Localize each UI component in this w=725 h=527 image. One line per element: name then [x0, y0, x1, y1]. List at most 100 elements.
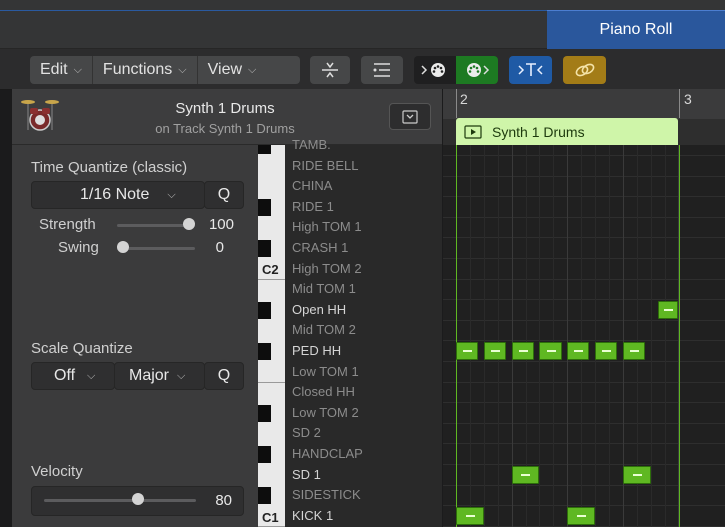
grid-row-line	[443, 381, 725, 383]
view-menu[interactable]: View ⌵	[198, 56, 267, 84]
c2-label: C2	[262, 262, 279, 277]
drum-name-row[interactable]: Open HH	[292, 300, 346, 320]
drum-name-row[interactable]: KICK 1	[292, 506, 333, 526]
drum-name-row[interactable]: CRASH 1	[292, 238, 348, 258]
drum-name-row[interactable]: RIDE 1	[292, 197, 334, 217]
midi-out-button[interactable]	[456, 56, 498, 84]
drum-name-row[interactable]: TAMB.	[292, 135, 331, 155]
time-quantize-q-button[interactable]: Q	[204, 181, 244, 209]
grid-beat-line	[595, 145, 596, 527]
drum-name-row[interactable]: PED HH	[292, 341, 341, 361]
midi-note[interactable]	[456, 342, 479, 360]
grid-beat-line	[497, 145, 499, 527]
black-key[interactable]	[258, 343, 271, 360]
midi-note[interactable]	[657, 300, 679, 319]
midi-note[interactable]	[483, 342, 507, 360]
black-key[interactable]	[258, 145, 271, 154]
midi-note[interactable]	[511, 465, 540, 484]
strength-slider-knob[interactable]	[183, 218, 195, 230]
velocity-value: 80	[215, 492, 232, 509]
scale-type-value: Major	[129, 367, 170, 384]
drum-name-row[interactable]: SIDESTICK	[292, 485, 361, 505]
link-icon	[575, 63, 594, 77]
grid-beat-line	[553, 145, 555, 527]
note-grid[interactable]	[443, 145, 725, 527]
track-menu-button[interactable]	[389, 103, 431, 130]
grid-beat-line	[469, 145, 471, 527]
black-key[interactable]	[258, 404, 271, 422]
scale-quantize-title: Scale Quantize	[31, 340, 133, 357]
chevron-down-icon: ⌵	[167, 188, 176, 201]
edit-menu[interactable]: Edit ⌵	[30, 56, 93, 84]
drum-name-row[interactable]: High TOM 2	[292, 259, 362, 279]
drum-name-row[interactable]: High TOM 1	[292, 217, 362, 237]
grid-beat-line	[483, 145, 485, 527]
drum-name-row[interactable]: Closed HH	[292, 382, 355, 402]
drum-name-row[interactable]: SD 1	[292, 465, 321, 485]
collapse-button[interactable]	[310, 56, 350, 84]
list-icon	[373, 63, 390, 77]
bar-ruler[interactable]	[443, 89, 725, 120]
midi-note[interactable]	[622, 342, 646, 360]
region-header[interactable]: Synth 1 Drums	[456, 118, 678, 145]
midi-note[interactable]	[567, 506, 595, 525]
drum-name-row[interactable]: HANDCLAP	[292, 444, 363, 464]
key-divider	[258, 278, 285, 280]
chevron-down-icon: ⌵	[177, 369, 186, 382]
c1-label: C1	[262, 510, 279, 525]
grid-row-line	[443, 484, 725, 486]
midi-note[interactable]	[511, 342, 534, 360]
grid-row-line	[443, 175, 725, 177]
midi-in-group	[414, 56, 498, 84]
midi-note[interactable]	[539, 342, 562, 360]
drum-name-row[interactable]: RIDE BELL	[292, 156, 358, 176]
grid-row-line	[443, 258, 725, 259]
velocity-slider[interactable]	[44, 499, 196, 502]
drum-name-row[interactable]: CHINA	[292, 176, 332, 196]
ruler-bar-3: 3	[684, 91, 692, 107]
time-quantize-select[interactable]: 1/16 Note ⌵	[31, 181, 205, 209]
grid-beat-line	[539, 145, 541, 527]
filter-button[interactable]	[509, 56, 552, 84]
ruler-bar-2: 2	[460, 91, 468, 107]
swing-slider-knob[interactable]	[117, 241, 129, 253]
drum-name-row[interactable]: SD 2	[292, 423, 321, 443]
black-key[interactable]	[258, 487, 271, 505]
midi-out-icon	[467, 63, 490, 77]
grid-beat-line	[650, 145, 652, 527]
grid-row-line	[443, 319, 725, 321]
midi-note[interactable]	[595, 342, 618, 360]
region-play-icon	[464, 124, 482, 139]
midi-note[interactable]	[456, 506, 484, 525]
list-button[interactable]	[361, 56, 403, 84]
black-key[interactable]	[258, 198, 271, 216]
black-key[interactable]	[258, 240, 271, 257]
black-key[interactable]	[258, 446, 271, 463]
scale-root-select[interactable]: Off ⌵	[31, 362, 115, 390]
midi-note[interactable]	[622, 465, 651, 484]
tab-piano-roll[interactable]: Piano Roll	[547, 10, 725, 49]
grid-row-line	[443, 464, 725, 465]
functions-menu-label: Functions	[102, 61, 173, 78]
grid-beat-line	[664, 145, 666, 527]
black-key[interactable]	[258, 301, 271, 319]
drum-kit-icon	[20, 96, 60, 132]
grid-row-line	[443, 361, 725, 362]
midi-in-button[interactable]	[414, 56, 456, 84]
drum-name-row[interactable]: Mid TOM 2	[292, 320, 356, 340]
midi-note[interactable]	[567, 342, 590, 360]
grid-row-line	[443, 402, 725, 404]
scale-type-select[interactable]: Major ⌵	[114, 362, 205, 390]
link-button[interactable]	[563, 56, 606, 84]
grid-row-line	[443, 278, 725, 280]
grid-row-line	[443, 237, 725, 239]
track-subtitle: on Track Synth 1 Drums	[155, 121, 295, 136]
grid-row-line	[443, 216, 725, 218]
scale-quantize-q-button[interactable]: Q	[204, 362, 244, 390]
drum-name-row[interactable]: Low TOM 2	[292, 403, 359, 423]
drum-name-row[interactable]: Mid TOM 1	[292, 279, 356, 299]
drum-name-row[interactable]: Low TOM 1	[292, 362, 359, 382]
functions-menu[interactable]: Functions ⌵	[93, 56, 198, 84]
grid-row-line	[443, 422, 725, 424]
q-label: Q	[217, 186, 231, 203]
